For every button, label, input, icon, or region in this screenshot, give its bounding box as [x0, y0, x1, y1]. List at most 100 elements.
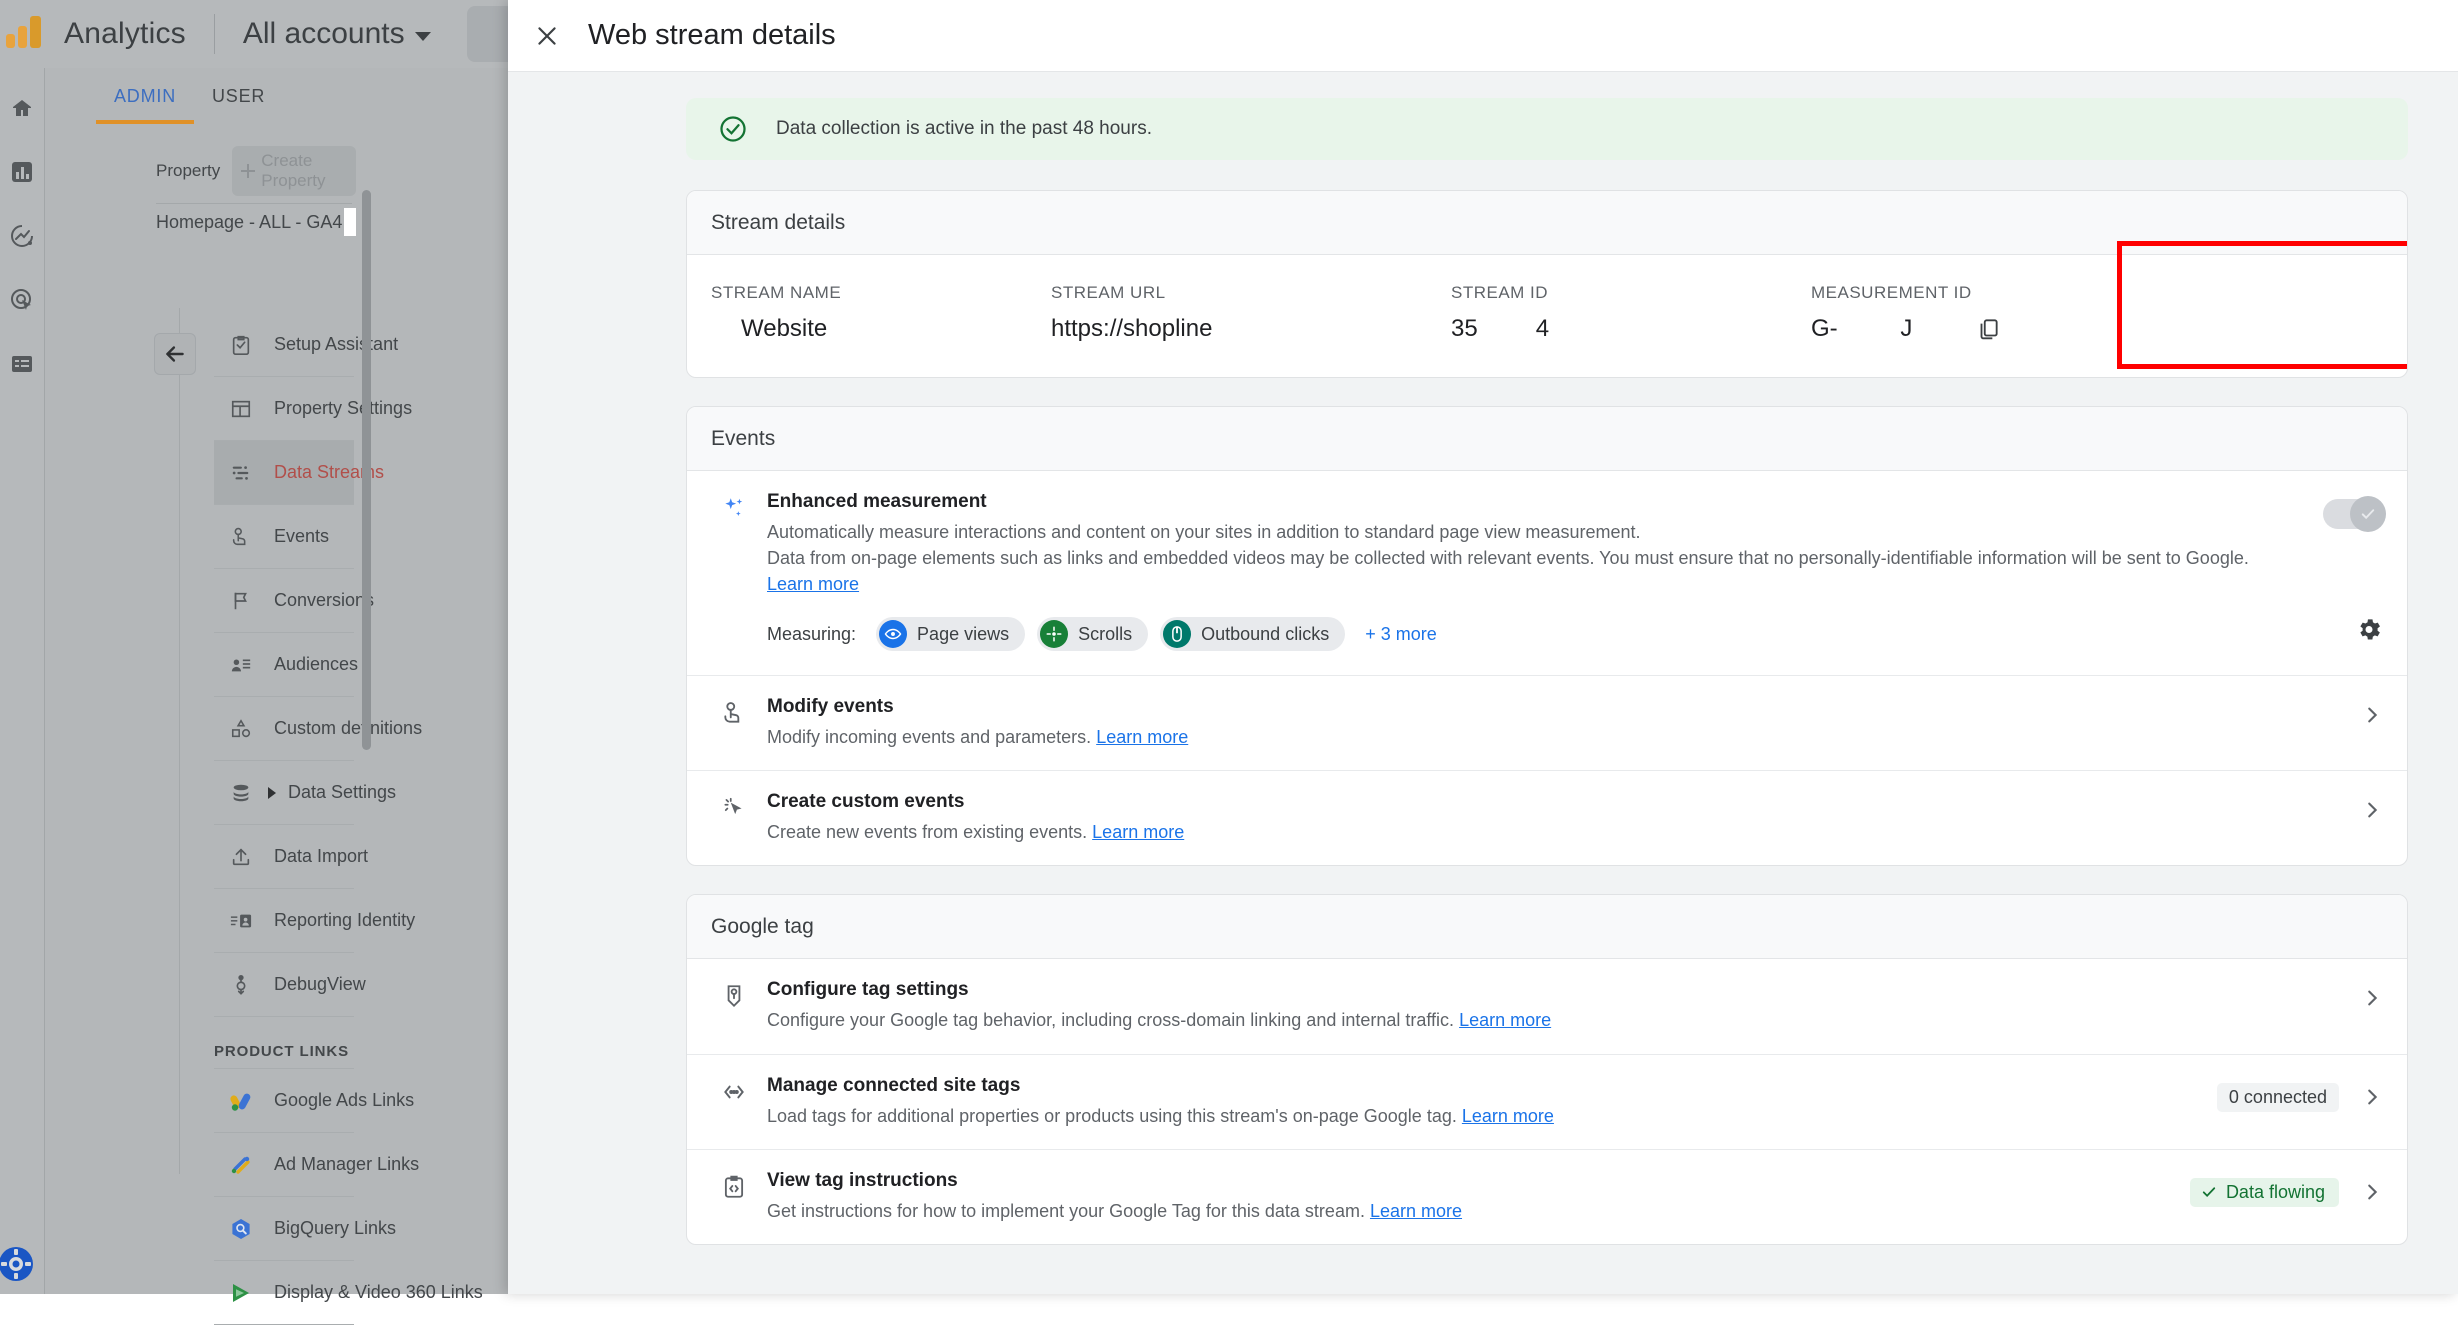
stream-id-prefix: 35 [1451, 315, 1478, 342]
sidebar-item-bigquery-links[interactable]: BigQuery Links [214, 1197, 354, 1261]
product-name: Analytics [64, 17, 186, 51]
sidebar-item-data-streams[interactable]: Data Streams [214, 441, 354, 505]
events-card-title: Events [687, 407, 2407, 471]
check-circle-icon [718, 114, 748, 144]
stream-url-field: STREAM URL https://shopline [1051, 283, 1451, 343]
measurement-id-label: MEASUREMENT ID [1811, 283, 2211, 303]
enhanced-measurement-row[interactable]: Enhanced measurement Automatically measu… [687, 471, 2407, 607]
account-selector[interactable]: All accounts [243, 17, 431, 51]
learn-more-link[interactable]: Learn more [1096, 727, 1188, 747]
display-video-360-icon [228, 1280, 254, 1306]
sidebar-item-data-import[interactable]: Data Import [214, 825, 354, 889]
learn-more-link[interactable]: Learn more [1459, 1010, 1551, 1030]
panel-header: Web stream details [508, 0, 2458, 72]
sidebar-item-custom-definitions[interactable]: Custom definitions [214, 697, 354, 761]
tab-admin[interactable]: ADMIN [96, 68, 194, 124]
sidebar-item-reports[interactable] [0, 146, 44, 198]
learn-more-link[interactable]: Learn more [767, 574, 859, 594]
chip-page-views[interactable]: Page views [876, 617, 1025, 651]
learn-more-link[interactable]: Learn more [1462, 1106, 1554, 1126]
sidebar-item-reporting-identity[interactable]: Reporting Identity [214, 889, 354, 953]
close-icon[interactable] [532, 21, 562, 51]
collapse-sidebar-button[interactable] [154, 333, 196, 375]
row-desc-text: Load tags for additional properties or p… [767, 1106, 1457, 1126]
stream-id-field: STREAM ID 354 [1451, 283, 1791, 343]
sidebar-item-data-settings[interactable]: Data Settings [214, 761, 354, 825]
sidebar-item-audiences[interactable]: Audiences [214, 633, 354, 697]
mouse-icon [1163, 620, 1191, 648]
database-icon [228, 780, 254, 806]
sidebar-item-configure[interactable] [0, 338, 44, 390]
admin-user-tabs: ADMIN USER [96, 68, 283, 124]
desc-line-2: Data from on-page elements such as links… [767, 548, 2249, 568]
row-desc: Create new events from existing events. … [767, 819, 2321, 845]
modify-events-text: Modify events Modify incoming events and… [757, 696, 2361, 750]
sidebar-item-explore[interactable] [0, 210, 44, 262]
sidebar-item-ad-manager-links[interactable]: Ad Manager Links [214, 1133, 354, 1197]
sidebar-item-advertising[interactable] [0, 274, 44, 326]
stream-id-suffix: 4 [1536, 315, 1549, 342]
learn-more-link[interactable]: Learn more [1092, 822, 1184, 842]
sidebar-item-home[interactable] [0, 82, 44, 134]
chip-scrolls[interactable]: Scrolls [1037, 617, 1148, 651]
sidebar-item-conversions[interactable]: Conversions [214, 569, 354, 633]
sidebar-item-label: Ad Manager Links [274, 1154, 419, 1175]
chip-label: Outbound clicks [1201, 624, 1329, 645]
sparkle-icon [711, 491, 757, 521]
plus-icon [241, 164, 255, 178]
enhanced-measurement-title: Enhanced measurement [767, 491, 2283, 513]
sidebar-item-property-settings[interactable]: Property Settings [214, 377, 354, 441]
learn-more-link[interactable]: Learn more [1370, 1201, 1462, 1221]
gear-icon[interactable] [0, 1242, 38, 1286]
data-collection-status-banner: Data collection is active in the past 48… [686, 98, 2408, 160]
chevron-right-icon[interactable] [2361, 799, 2383, 821]
chip-outbound-clicks[interactable]: Outbound clicks [1160, 617, 1345, 651]
chevron-down-icon [415, 32, 431, 41]
admin-nav-scrollbar[interactable] [362, 190, 371, 750]
create-custom-events-row[interactable]: Create custom events Create new events f… [687, 771, 2407, 865]
sidebar-item-google-ads-links[interactable]: Google Ads Links [214, 1069, 354, 1133]
modify-events-row[interactable]: Modify events Modify incoming events and… [687, 676, 2407, 771]
more-chips-link[interactable]: + 3 more [1365, 624, 1437, 645]
property-selector[interactable]: Homepage - ALL - GA4 [156, 208, 356, 236]
create-property-button[interactable]: Create Property [232, 146, 356, 196]
create-custom-events-text: Create custom events Create new events f… [757, 791, 2361, 845]
configure-tag-settings-row[interactable]: Configure tag settings Configure your Go… [687, 959, 2407, 1054]
row-desc-text: Modify incoming events and parameters. [767, 727, 1091, 747]
measurement-id-suffix: J [1900, 315, 1912, 343]
copy-icon[interactable] [1975, 316, 2001, 342]
row-right: 0 connected [2217, 1075, 2383, 1112]
row-right [2361, 791, 2383, 821]
stream-details-card: Stream details STREAM NAME Website STREA… [686, 190, 2408, 378]
status-badge-label: Data flowing [2226, 1182, 2325, 1203]
sidebar-item-label: Setup Assistant [274, 334, 398, 355]
enhanced-measurement-toggle[interactable] [2323, 499, 2383, 529]
chevron-right-icon[interactable] [2361, 704, 2383, 726]
stream-name-value: Website [711, 315, 1051, 343]
panel-body: Data collection is active in the past 48… [508, 72, 2458, 1294]
google-ads-icon [228, 1088, 254, 1114]
property-label: Property [156, 161, 220, 181]
row-title: Configure tag settings [767, 979, 2321, 1001]
tab-user[interactable]: USER [194, 68, 283, 124]
chevron-right-icon[interactable] [2361, 1086, 2383, 1108]
sidebar-item-label: Display & Video 360 Links [274, 1282, 483, 1303]
account-selector-label: All accounts [243, 17, 405, 51]
tap-hand-icon [228, 524, 254, 550]
sidebar-item-debugview[interactable]: DebugView [214, 953, 354, 1017]
debug-probe-icon [228, 972, 254, 998]
chevron-right-icon[interactable] [2361, 1181, 2383, 1203]
data-streams-icon [228, 460, 254, 486]
sidebar-item-events[interactable]: Events [214, 505, 354, 569]
status-text: Data collection is active in the past 48… [776, 118, 1152, 140]
row-right [2361, 979, 2383, 1009]
sidebar-item-setup-assistant[interactable]: Setup Assistant [214, 313, 354, 377]
sidebar-item-display-video-360-links[interactable]: Display & Video 360 Links [214, 1261, 354, 1325]
custom-event-cursor-icon [711, 791, 757, 821]
manage-connected-site-tags-row[interactable]: Manage connected site tags Load tags for… [687, 1055, 2407, 1150]
measurement-id-prefix: G- [1811, 315, 1838, 343]
view-tag-instructions-row[interactable]: View tag instructions Get instructions f… [687, 1150, 2407, 1244]
chevron-right-icon[interactable] [2361, 987, 2383, 1009]
check-icon [2200, 1183, 2218, 1201]
gear-icon[interactable] [2355, 615, 2383, 643]
